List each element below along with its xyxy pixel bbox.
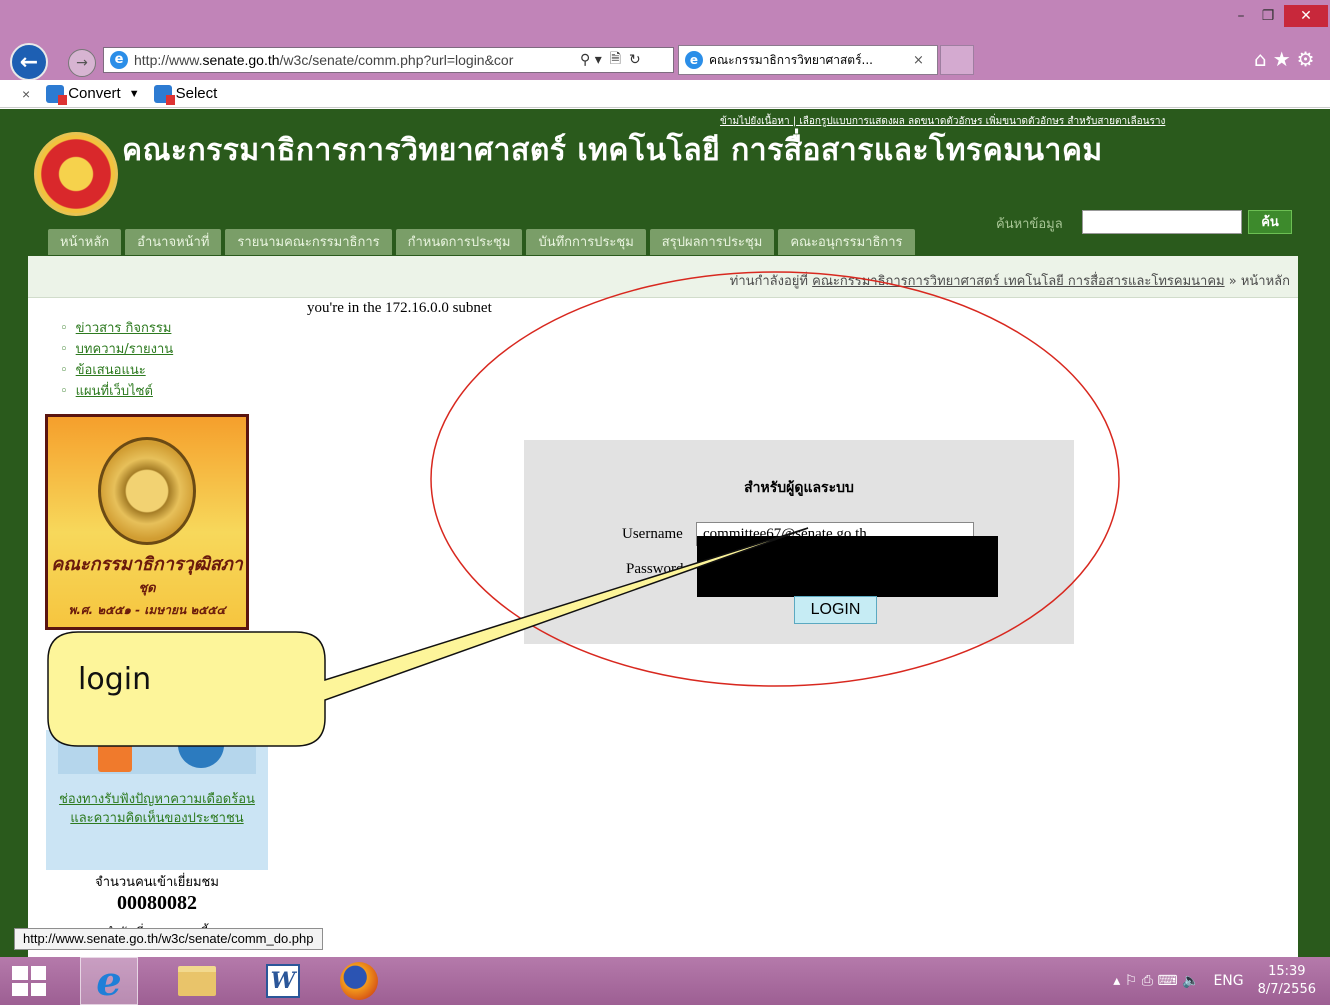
sidebar-link-articles[interactable]: บทความ/รายงาน — [76, 342, 174, 357]
nav-authority[interactable]: อำนาจหน้าที่ — [125, 229, 222, 255]
search-label: ค้นหาข้อมูล — [996, 217, 1063, 232]
breadcrumb-bar: ท่านกำลังอยู่ที่ คณะกรรมาธิการการวิทยาศา… — [28, 256, 1298, 298]
callout-label: login — [78, 662, 152, 697]
taskbar-internet-explorer[interactable]: e — [80, 957, 138, 1005]
username-label: Username — [622, 526, 683, 542]
main-nav: หน้าหลัก อำนาจหน้าที่ รายนามคณะกรรมาธิกา… — [48, 229, 915, 255]
tray-icons[interactable]: ▴ ⚐ ⎙ ⌨ 🔈 — [1113, 973, 1199, 989]
internet-explorer-icon: e — [96, 957, 122, 1005]
sidebar-item-sitemap: แผนที่เว็บไซต์ — [60, 381, 173, 402]
windows-logo-icon — [12, 966, 46, 996]
word-icon: W — [266, 964, 300, 998]
convert-button[interactable]: Convert — [46, 84, 121, 105]
nav-minutes[interactable]: บันทึกการประชุม — [526, 229, 646, 255]
status-bar-url: http://www.senate.go.th/w3c/senate/comm_… — [14, 928, 323, 950]
taskbar-file-explorer[interactable] — [168, 957, 226, 1005]
tab-title: คณะกรรมาธิการวิทยาศาสตร์... — [709, 52, 873, 67]
taskbar-word[interactable]: W — [254, 957, 312, 1005]
content-area: ท่านกำลังอยู่ที่ คณะกรรมาธิการการวิทยาศา… — [28, 256, 1298, 957]
subnet-notice: you're in the 172.16.0.0 subnet — [307, 300, 492, 316]
folder-icon — [178, 966, 216, 996]
command-bar: × Convert ▼ Select — [0, 80, 1330, 108]
visitor-count-label: จำนวนคนเข้าเยี่ยมชม — [95, 875, 219, 890]
nav-members[interactable]: รายนามคณะกรรมาธิการ — [225, 229, 392, 255]
sidebar-link-sitemap[interactable]: แผนที่เว็บไซต์ — [76, 384, 153, 399]
complaint-banner: ช่องทางรับฟังปัญหาความเดือดร้อน และความค… — [46, 730, 268, 870]
complaint-icons — [58, 730, 256, 774]
banner-title: คณะกรรมาธิการวุฒิสภา — [51, 554, 243, 575]
pdf-select-icon — [153, 84, 175, 105]
browser-tab[interactable]: e คณะกรรมาธิการวิทยาศาสตร์... × — [678, 45, 938, 75]
nav-summary[interactable]: สรุปผลการประชุม — [649, 229, 775, 255]
web-page: ข้ามไปยังเนื้อหา | เลือกรูปแบบการแสดงผล … — [0, 109, 1330, 957]
nav-subcommittee[interactable]: คณะอนุกรรมาธิการ — [778, 229, 915, 255]
sidebar-link-news[interactable]: ข่าวสาร กิจกรรม — [76, 321, 172, 336]
password-redaction — [697, 536, 998, 597]
sidebar-item-suggestions: ข้อเสนอแนะ — [60, 360, 173, 381]
refresh-icon[interactable]: ↻ — [629, 52, 641, 68]
browser-title-bar: – ❐ ✕ ← → e http://www.senate.go.th/w3c/… — [0, 0, 1330, 81]
back-arrow-icon: ← — [19, 49, 39, 75]
senate-emblem-icon — [98, 437, 196, 545]
senate-logo[interactable] — [34, 132, 118, 216]
login-button[interactable]: LOGIN — [794, 596, 877, 624]
banner-date: พ.ศ. ๒๕๕๑ - เมษายน ๒๕๕๔ — [68, 603, 226, 617]
login-panel: สำหรับผู้ดูแลระบบ Username committee67@s… — [524, 440, 1074, 644]
address-bar[interactable]: e http://www.senate.go.th/w3c/senate/com… — [103, 47, 674, 73]
select-button[interactable]: Select — [153, 84, 217, 105]
login-heading: สำหรับผู้ดูแลระบบ — [744, 480, 854, 496]
back-button[interactable]: ← — [10, 43, 48, 81]
site-title: คณะกรรมาธิการการวิทยาศาสตร์ เทคโนโลยี กา… — [122, 133, 1103, 168]
home-favorites-settings-icons[interactable]: ⌂★⚙ — [1254, 47, 1321, 71]
close-window-button[interactable]: ✕ — [1284, 5, 1328, 27]
chat-circle-icon — [178, 734, 224, 768]
forward-arrow-icon: → — [76, 55, 88, 71]
nav-schedule[interactable]: กำหนดการประชุม — [395, 229, 523, 255]
compatibility-view-icon[interactable]: 🗎 — [610, 48, 621, 72]
sidebar-item-articles: บทความ/รายงาน — [60, 339, 174, 360]
search-button[interactable]: ค้น — [1248, 210, 1292, 234]
password-label: Password — [626, 561, 684, 577]
banner-subtitle: ชุด — [138, 581, 156, 596]
sidebar-link-suggestions[interactable]: ข้อเสนอแนะ — [76, 363, 146, 378]
visitor-count: 00080082 — [117, 892, 197, 914]
convert-dropdown-icon[interactable]: ▼ — [129, 88, 140, 100]
clock[interactable]: 15:39 8/7/2556 — [1258, 963, 1316, 999]
forward-button[interactable]: → — [68, 49, 96, 77]
firefox-icon — [340, 962, 378, 1000]
system-tray: ▴ ⚐ ⎙ ⌨ 🔈 ENG 15:39 8/7/2556 — [1113, 957, 1316, 1005]
sidebar-item-news: ข่าวสาร กิจกรรม — [60, 318, 173, 339]
taskbar-firefox[interactable] — [330, 957, 388, 1005]
speech-bubble-icon — [98, 738, 132, 772]
pdf-convert-icon — [46, 84, 68, 105]
breadcrumb: ท่านกำลังอยู่ที่ คณะกรรมาธิการการวิทยาศา… — [729, 274, 1290, 289]
committee-banner[interactable]: คณะกรรมาธิการวุฒิสภา ชุด พ.ศ. ๒๕๕๑ - เมษ… — [45, 414, 249, 630]
complaint-link[interactable]: ช่องทางรับฟังปัญหาความเดือดร้อน และความค… — [46, 790, 268, 828]
search-input[interactable] — [1082, 210, 1242, 234]
sidebar-links: ข่าวสาร กิจกรรม บทความ/รายงาน ข้อเสนอแนะ… — [60, 318, 174, 402]
tab-close-icon[interactable]: × — [913, 53, 924, 68]
address-url[interactable]: http://www.senate.go.th/w3c/senate/comm.… — [134, 52, 572, 68]
ie-tab-icon: e — [685, 51, 703, 69]
new-tab-button[interactable] — [940, 45, 974, 75]
maximize-button[interactable]: ❐ — [1251, 5, 1285, 27]
search-dropdown-icon[interactable]: ⚲ ▾ — [580, 52, 602, 68]
ie-page-icon: e — [110, 51, 128, 69]
breadcrumb-link[interactable]: คณะกรรมาธิการการวิทยาศาสตร์ เทคโนโลยี กา… — [812, 274, 1224, 289]
nav-home[interactable]: หน้าหลัก — [48, 229, 122, 255]
close-toolbar-icon[interactable]: × — [22, 86, 30, 102]
start-button[interactable] — [0, 957, 58, 1005]
language-indicator[interactable]: ENG — [1213, 973, 1243, 989]
taskbar: e W ▴ ⚐ ⎙ ⌨ 🔈 ENG 15:39 8/7/2556 — [0, 957, 1330, 1005]
